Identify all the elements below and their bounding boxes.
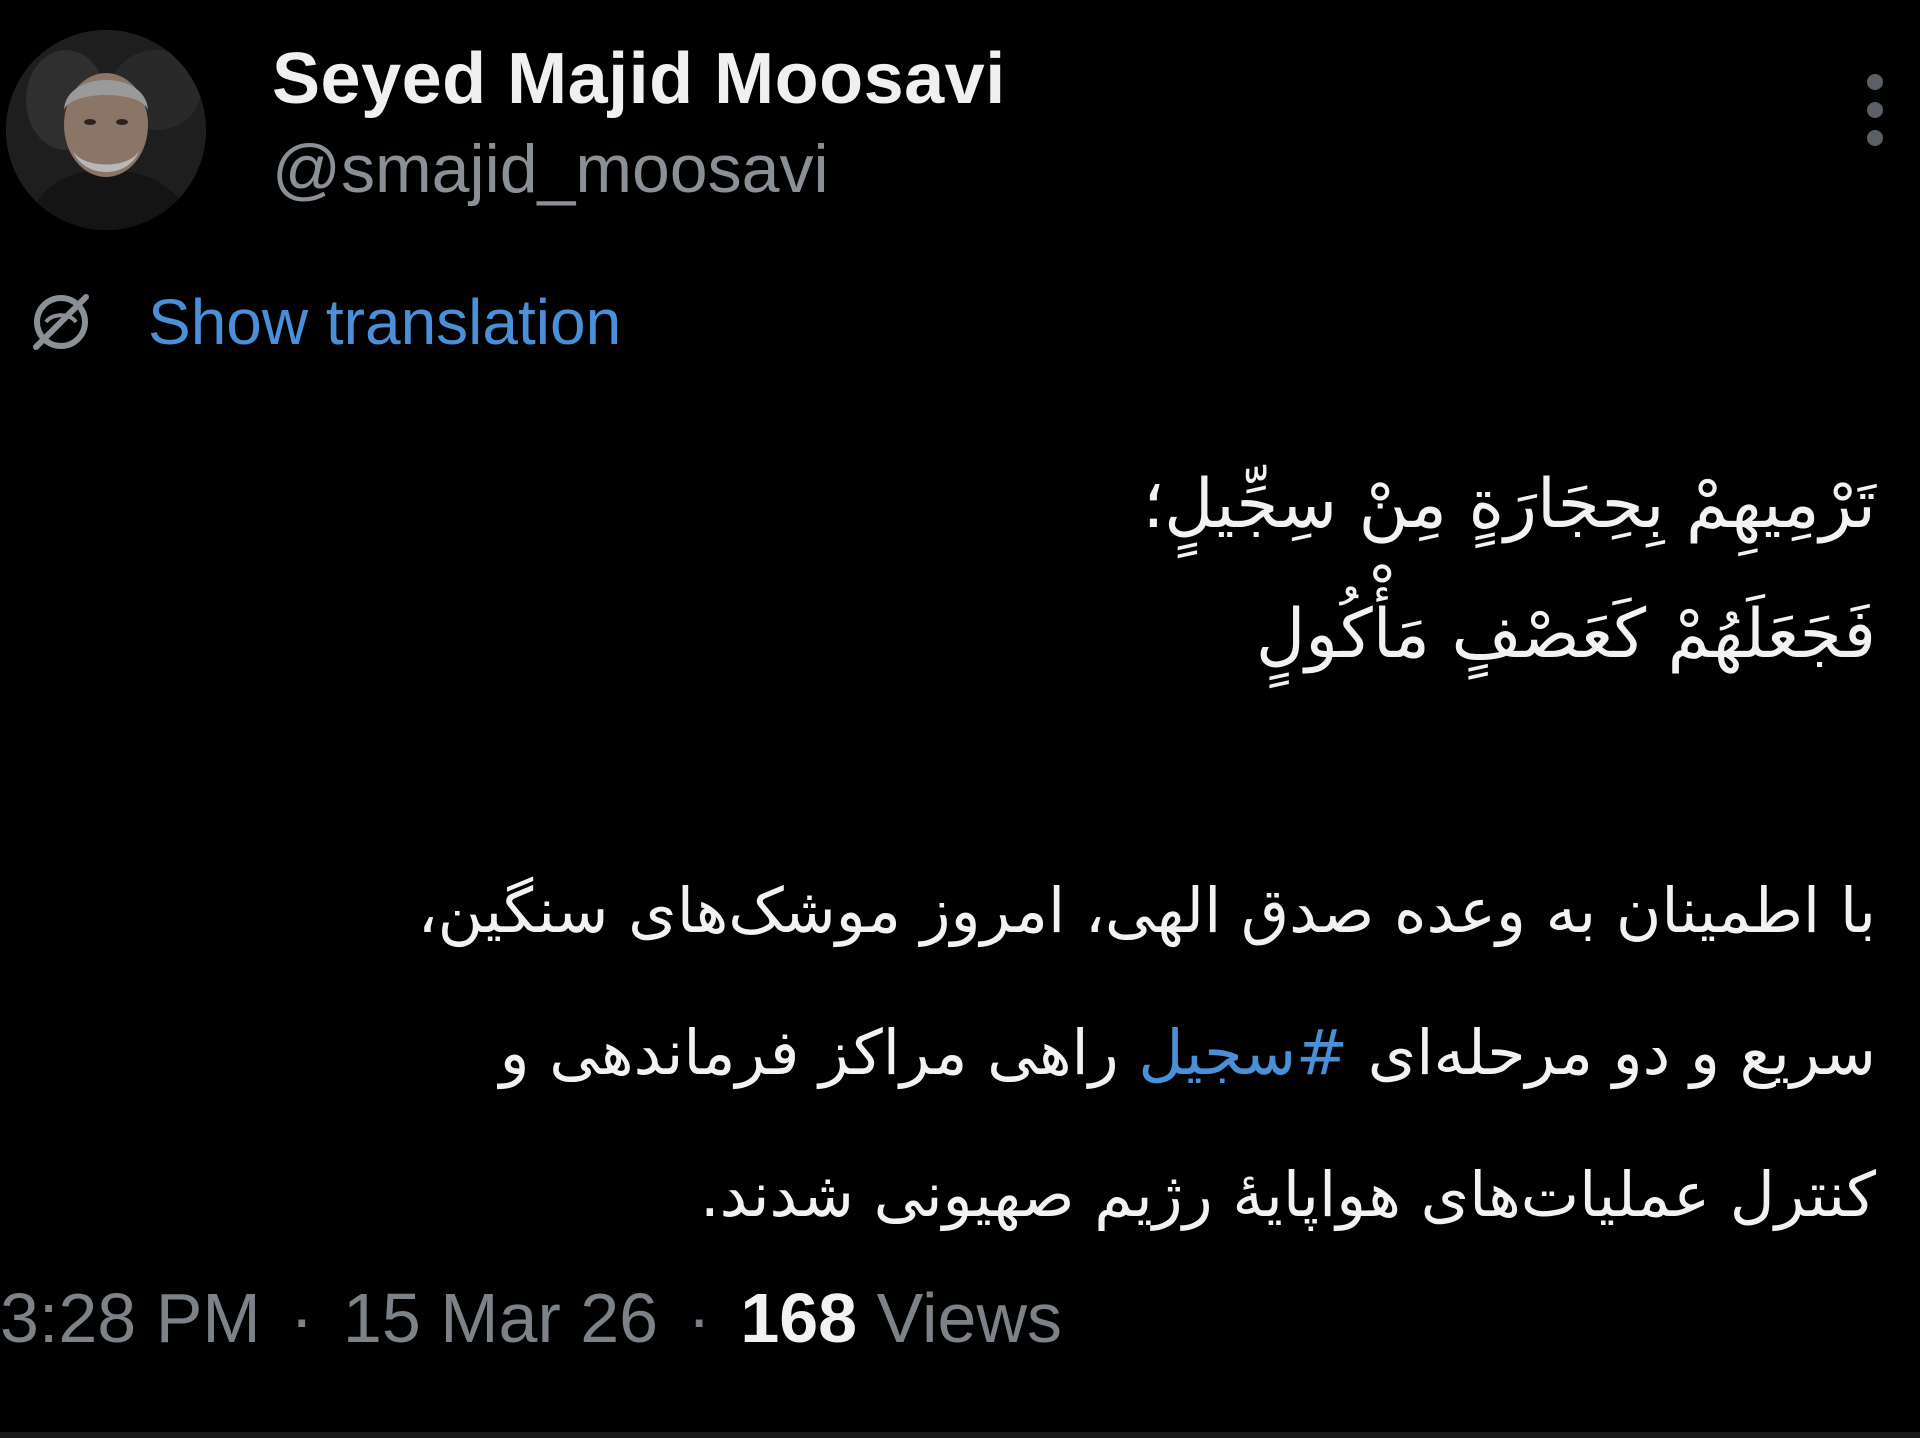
- views-count[interactable]: 168: [740, 1279, 857, 1357]
- verse-line-2: فَجَعَلَهُمْ كَعَصْفٍ مَأْكُولٍ: [1255, 595, 1876, 674]
- tweet-time[interactable]: 3:28 PM: [0, 1279, 261, 1357]
- tweet-meta: 3:28 PM · 15 Mar 26 · 168 Views: [0, 1278, 1062, 1358]
- meta-separator: ·: [687, 1279, 711, 1357]
- translate-icon: [33, 294, 89, 350]
- prose-line-3: کنترل عملیات‌های هواپایهٔ رژیم صهیونی شد…: [699, 1158, 1876, 1231]
- meta-separator: ·: [290, 1279, 314, 1357]
- avatar[interactable]: [6, 30, 206, 230]
- prose-line-1: با اطمینان به وعده صدق الهی، امروز موشک‌…: [417, 874, 1876, 947]
- author-handle[interactable]: @smajid_moosavi: [272, 130, 829, 208]
- prose-line-2: سریع و دو مرحله‌ای #سجیل راهی مراکز فرما…: [36, 982, 1876, 1124]
- verse-line-1: تَرْمِيهِمْ بِحِجَارَةٍ مِنْ سِجِّيلٍ؛: [1142, 465, 1876, 544]
- show-translation-link[interactable]: Show translation: [28, 282, 621, 362]
- hashtag-link[interactable]: #سجیل: [1138, 1016, 1348, 1089]
- divider: [0, 1432, 1920, 1438]
- prose-line-2-start: سریع و دو مرحله‌ای: [1348, 1016, 1876, 1089]
- profile-photo: [6, 30, 206, 230]
- more-options-button[interactable]: [1855, 70, 1895, 150]
- prose-line-2-end: راهی مراکز فرماندهی و: [499, 1016, 1139, 1089]
- author-name[interactable]: Seyed Majid Moosavi: [272, 38, 1006, 120]
- show-translation-label: Show translation: [148, 286, 622, 358]
- tweet-card: Seyed Majid Moosavi @smajid_moosavi Show…: [0, 0, 1920, 1438]
- tweet-date[interactable]: 15 Mar 26: [343, 1279, 658, 1357]
- tweet-text: تَرْمِيهِمْ بِحِجَارَةٍ مِنْ سِجِّيلٍ؛ ف…: [36, 440, 1876, 1266]
- views-label: Views: [876, 1279, 1063, 1357]
